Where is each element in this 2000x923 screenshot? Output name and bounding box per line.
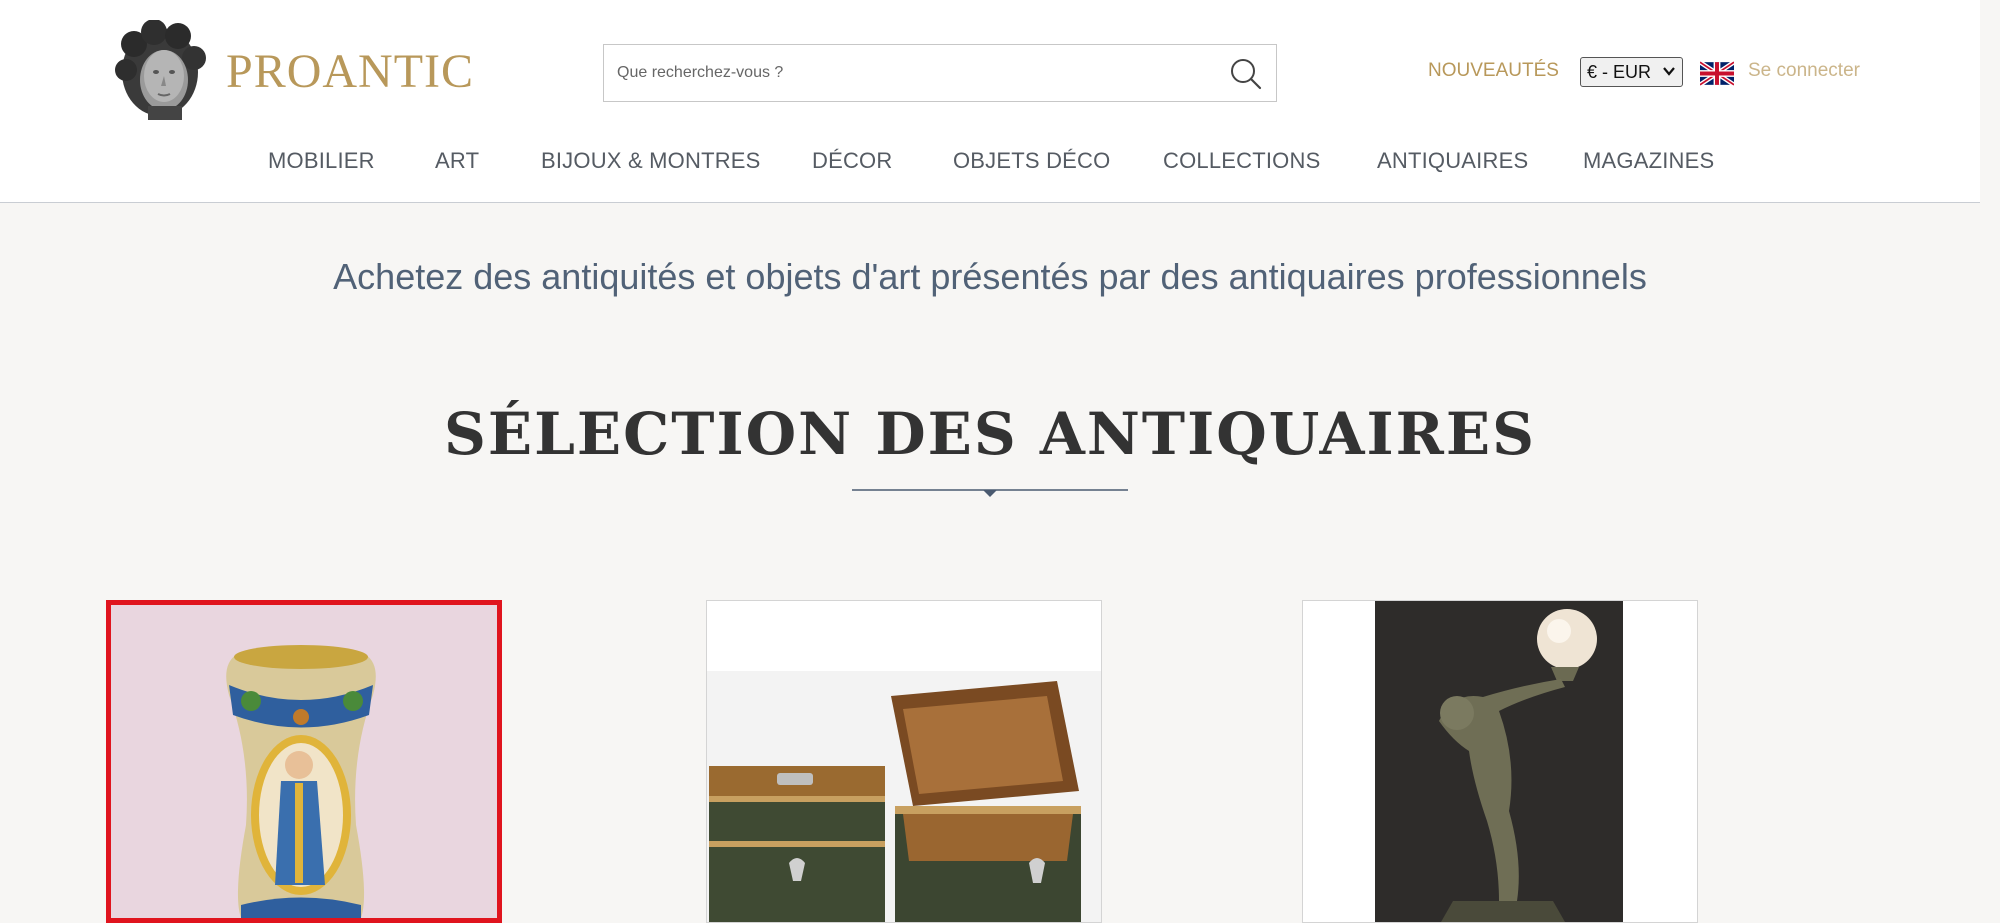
nav-item-antiquaires[interactable]: ANTIQUAIRES xyxy=(1377,148,1528,174)
bronze-lamp-image xyxy=(1303,601,1697,922)
product-card-maiolica-vase[interactable] xyxy=(106,600,502,923)
tagline: Achetez des antiquités et objets d'art p… xyxy=(333,256,1647,297)
currency-select[interactable]: € - EUR xyxy=(1580,57,1683,87)
logo-text: PROANTIC xyxy=(226,44,475,98)
maiolica-vase-image xyxy=(111,605,497,918)
logo-bust-icon xyxy=(115,20,206,120)
search-input[interactable] xyxy=(604,45,1204,101)
uk-flag-icon[interactable] xyxy=(1700,61,1734,86)
nouveautes-link[interactable]: NOUVEAUTÉS xyxy=(1428,60,1559,82)
product-card-wooden-boxes[interactable] xyxy=(706,600,1102,923)
nav-item-art[interactable]: ART xyxy=(435,148,479,174)
nav-item-objets-deco[interactable]: OBJETS DÉCO xyxy=(953,148,1110,174)
product-card-bronze-lamp[interactable] xyxy=(1302,600,1698,923)
nav-item-magazines[interactable]: MAGAZINES xyxy=(1583,148,1714,174)
site-header: PROANTIC NOUVEAUTÉS € - EUR Se connecter… xyxy=(0,0,1980,203)
title-divider xyxy=(852,489,1128,497)
wooden-boxes-image xyxy=(707,601,1101,922)
nav-item-collections[interactable]: COLLECTIONS xyxy=(1163,148,1320,174)
logo-link[interactable]: PROANTIC xyxy=(112,20,474,122)
chevron-down-icon xyxy=(1663,67,1675,76)
main-nav: MOBILIER ART BIJOUX & MONTRES DÉCOR OBJE… xyxy=(0,148,1980,178)
nav-item-bijoux-montres[interactable]: BIJOUX & MONTRES xyxy=(541,148,761,174)
login-link[interactable]: Se connecter xyxy=(1748,60,1860,82)
currency-selected-value: € - EUR xyxy=(1587,61,1652,82)
nav-item-decor[interactable]: DÉCOR xyxy=(812,148,892,174)
search-icon[interactable] xyxy=(1228,57,1262,91)
section-title: SÉLECTION DES ANTIQUAIRES xyxy=(444,400,1536,468)
search-bar xyxy=(603,44,1277,102)
nav-item-mobilier[interactable]: MOBILIER xyxy=(268,148,375,174)
